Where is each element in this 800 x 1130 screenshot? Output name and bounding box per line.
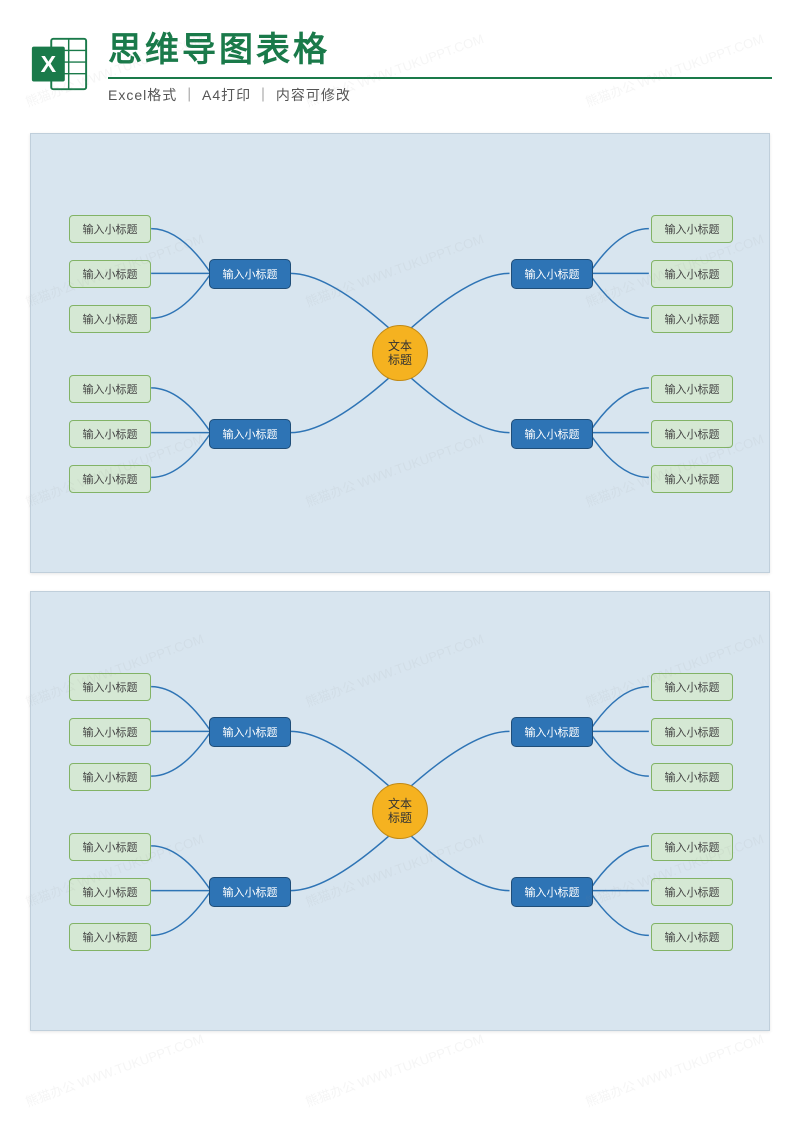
leaf-node[interactable]: 输入小标题: [651, 833, 733, 861]
leaf-node[interactable]: 输入小标题: [69, 833, 151, 861]
leaf-node[interactable]: 输入小标题: [69, 673, 151, 701]
leaf-node[interactable]: 输入小标题: [69, 718, 151, 746]
leaf-node[interactable]: 输入小标题: [651, 465, 733, 493]
leaf-node[interactable]: 输入小标题: [69, 215, 151, 243]
branch-node[interactable]: 输入小标题: [209, 259, 291, 289]
leaf-node[interactable]: 输入小标题: [69, 375, 151, 403]
leaf-node[interactable]: 输入小标题: [69, 465, 151, 493]
mindmap-canvas: 文本标题 输入小标题 输入小标题 输入小标题 输入小标题 输入小标题 输入小标题…: [30, 133, 770, 573]
leaf-node[interactable]: 输入小标题: [651, 305, 733, 333]
leaf-node[interactable]: 输入小标题: [69, 420, 151, 448]
leaf-node[interactable]: 输入小标题: [69, 878, 151, 906]
mindmap-preview-1: 文本标题 输入小标题 输入小标题 输入小标题 输入小标题 输入小标题 输入小标题…: [30, 133, 770, 573]
leaf-node[interactable]: 输入小标题: [651, 215, 733, 243]
center-node[interactable]: 文本标题: [372, 783, 428, 839]
branch-node[interactable]: 输入小标题: [511, 419, 593, 449]
branch-node[interactable]: 输入小标题: [209, 419, 291, 449]
leaf-node[interactable]: 输入小标题: [651, 420, 733, 448]
leaf-node[interactable]: 输入小标题: [651, 718, 733, 746]
leaf-node[interactable]: 输入小标题: [651, 673, 733, 701]
leaf-node[interactable]: 输入小标题: [651, 375, 733, 403]
mindmap-preview-2: 文本标题 输入小标题 输入小标题 输入小标题 输入小标题 输入小标题 输入小标题…: [30, 591, 770, 1031]
branch-node[interactable]: 输入小标题: [511, 877, 593, 907]
excel-letter: X: [41, 50, 57, 76]
leaf-node[interactable]: 输入小标题: [651, 923, 733, 951]
branch-node[interactable]: 输入小标题: [209, 877, 291, 907]
leaf-node[interactable]: 输入小标题: [651, 878, 733, 906]
leaf-node[interactable]: 输入小标题: [651, 763, 733, 791]
page-title: 思维导图表格: [108, 22, 772, 71]
branch-node[interactable]: 输入小标题: [511, 717, 593, 747]
mindmap-canvas: 文本标题 输入小标题 输入小标题 输入小标题 输入小标题 输入小标题 输入小标题…: [30, 591, 770, 1031]
leaf-node[interactable]: 输入小标题: [69, 260, 151, 288]
branch-node[interactable]: 输入小标题: [511, 259, 593, 289]
excel-icon: X: [28, 33, 90, 95]
leaf-node[interactable]: 输入小标题: [69, 305, 151, 333]
leaf-node[interactable]: 输入小标题: [69, 763, 151, 791]
branch-node[interactable]: 输入小标题: [209, 717, 291, 747]
page-subtitle: Excel格式 ｜ A4打印 ｜ 内容可修改: [108, 77, 772, 105]
header: X 思维导图表格 Excel格式 ｜ A4打印 ｜ 内容可修改: [0, 0, 800, 115]
leaf-node[interactable]: 输入小标题: [69, 923, 151, 951]
center-node[interactable]: 文本标题: [372, 325, 428, 381]
leaf-node[interactable]: 输入小标题: [651, 260, 733, 288]
